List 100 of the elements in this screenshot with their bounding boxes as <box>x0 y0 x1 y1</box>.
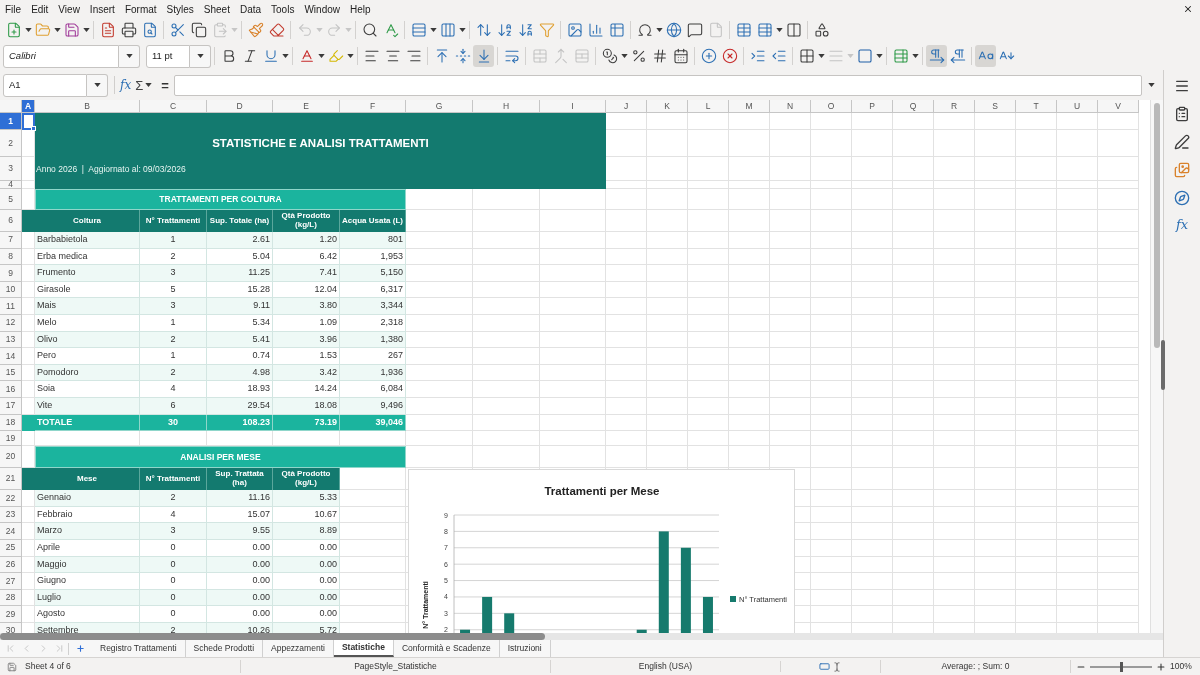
caret-down-icon[interactable] <box>775 28 783 32</box>
search-icon[interactable] <box>361 22 378 38</box>
menu-item[interactable]: Window <box>304 1 340 17</box>
row-header[interactable]: 14 <box>0 348 22 365</box>
sheet-tab[interactable]: Istruzioni <box>499 640 551 657</box>
scrollbar-thumb[interactable] <box>0 633 545 640</box>
menu-item[interactable]: Edit <box>31 1 49 17</box>
row-header[interactable]: 20 <box>0 446 22 469</box>
image-icon[interactable] <box>566 22 583 38</box>
column-header[interactable]: K <box>647 100 688 113</box>
align-center-icon[interactable] <box>384 48 401 64</box>
sort-descending-icon[interactable] <box>517 22 534 38</box>
letters-button[interactable] <box>975 45 996 67</box>
underlined-letter-icon[interactable] <box>298 48 315 64</box>
row-header[interactable]: 11 <box>0 298 22 315</box>
omega-icon[interactable] <box>636 22 653 38</box>
row-header[interactable]: 16 <box>0 381 22 398</box>
caret-down-icon[interactable] <box>655 28 663 32</box>
font-name-field[interactable]: Calibri <box>3 44 119 68</box>
caret-down-icon[interactable] <box>1148 83 1156 87</box>
row-header[interactable]: 19 <box>0 431 22 447</box>
menu-item[interactable]: Tools <box>271 1 295 17</box>
clipboard-list-icon[interactable] <box>1174 106 1190 122</box>
menu-item[interactable]: Sheet <box>203 1 230 17</box>
column-header[interactable]: O <box>811 100 852 113</box>
close-icon[interactable] <box>1183 4 1193 14</box>
menu-item[interactable]: Styles <box>166 1 194 17</box>
column-header[interactable]: R <box>934 100 975 113</box>
paintbrush-icon[interactable] <box>247 22 264 38</box>
wrap-text-icon[interactable] <box>503 48 520 64</box>
hash-icon[interactable] <box>651 48 668 64</box>
caret-down-icon[interactable] <box>281 54 289 58</box>
sheet-tab[interactable]: Conformità e Scadenze <box>393 640 500 657</box>
align-bottom-button[interactable] <box>473 45 494 67</box>
column-header[interactable]: F <box>340 100 406 113</box>
caret-down-icon[interactable] <box>317 54 325 58</box>
compass-icon[interactable] <box>1174 190 1190 206</box>
function-wizard-button[interactable]: fx <box>119 79 133 91</box>
borders-icon[interactable] <box>798 48 815 64</box>
dropdown-button[interactable] <box>119 44 140 68</box>
column-header[interactable]: M <box>729 100 770 113</box>
table-icon[interactable] <box>608 22 625 38</box>
row-header[interactable]: 4 <box>0 181 22 189</box>
column-header[interactable]: I <box>540 100 606 113</box>
document-icon[interactable] <box>99 22 116 38</box>
indent-increase-icon[interactable] <box>749 48 766 64</box>
row-header[interactable]: 2 <box>0 130 22 157</box>
column-header[interactable]: Q <box>893 100 934 113</box>
caret-down-icon[interactable] <box>53 28 61 32</box>
menu-item[interactable]: File <box>5 1 22 17</box>
cell-cursor[interactable] <box>22 113 35 130</box>
menu-item[interactable]: View <box>58 1 80 17</box>
percent-icon[interactable] <box>630 48 647 64</box>
menu-item[interactable]: Insert <box>89 1 115 17</box>
sum-button[interactable]: Σ <box>135 78 144 92</box>
formula-input[interactable] <box>173 74 1142 96</box>
copy-icon[interactable] <box>190 22 207 38</box>
row-header[interactable]: 22 <box>0 490 22 507</box>
sort-ascending-icon[interactable] <box>496 22 513 38</box>
row-header[interactable]: 9 <box>0 265 22 282</box>
align-left-icon[interactable] <box>363 48 380 64</box>
dropdown-button[interactable] <box>190 44 211 68</box>
images-icon[interactable] <box>1174 162 1190 178</box>
save-icon[interactable] <box>63 22 80 38</box>
eraser-icon[interactable] <box>268 22 285 38</box>
column-header[interactable]: B <box>35 100 140 113</box>
add-sheet-icon[interactable] <box>76 644 85 653</box>
caret-down-icon[interactable] <box>346 54 354 58</box>
grid-table-icon[interactable] <box>735 22 752 38</box>
name-box[interactable]: A1 <box>3 73 87 97</box>
scrollbar-thumb[interactable] <box>1154 103 1160 348</box>
caret-down-icon[interactable] <box>196 54 204 58</box>
sort-icon[interactable] <box>475 22 492 38</box>
text-cursor-icon[interactable] <box>832 661 842 672</box>
row-header[interactable]: 7 <box>0 232 22 249</box>
page-magnifier-icon[interactable] <box>141 22 158 38</box>
caret-down-icon[interactable] <box>817 54 825 58</box>
caret-down-icon[interactable] <box>93 83 101 87</box>
column-header[interactable]: T <box>1016 100 1057 113</box>
row-header[interactable]: 6 <box>0 210 22 232</box>
caret-down-icon[interactable] <box>458 28 466 32</box>
column-header[interactable]: V <box>1098 100 1139 113</box>
globe-icon[interactable] <box>665 22 682 38</box>
column-header[interactable]: G <box>406 100 473 113</box>
row-header[interactable]: 21 <box>0 468 22 491</box>
fill-handle[interactable] <box>31 126 36 131</box>
align-right-icon[interactable] <box>405 48 422 64</box>
selection-mode-icon[interactable] <box>819 661 830 672</box>
menu-item[interactable]: Data <box>239 1 262 17</box>
dropdown-button[interactable] <box>87 73 108 97</box>
column-header[interactable]: A <box>22 100 35 113</box>
sheet-tab[interactable]: Statistiche <box>333 640 394 657</box>
vertical-scrollbar[interactable] <box>1150 100 1163 633</box>
sheet-tab[interactable]: Appezzamenti <box>263 640 334 657</box>
print-icon[interactable] <box>120 22 137 38</box>
column-header[interactable]: E <box>273 100 340 113</box>
speech-bubble-icon[interactable] <box>686 22 703 38</box>
row-header[interactable]: 27 <box>0 573 22 590</box>
circle-plus-icon[interactable] <box>700 48 717 64</box>
caret-down-icon[interactable] <box>620 54 628 58</box>
